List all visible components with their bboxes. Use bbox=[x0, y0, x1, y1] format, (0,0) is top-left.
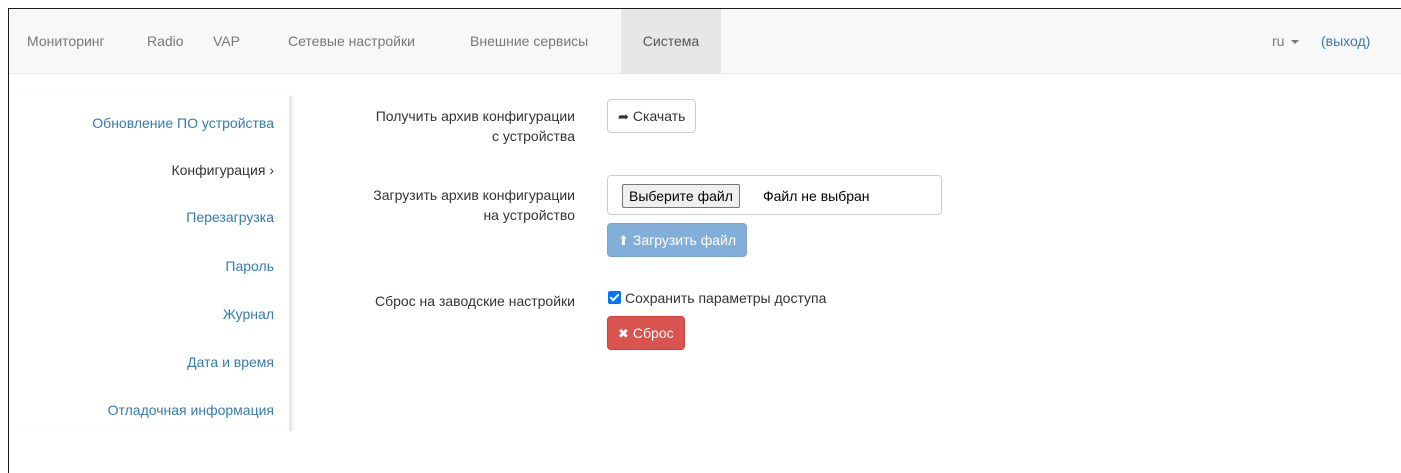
download-config-label-line1: Получить архив конфигурации bbox=[375, 108, 575, 124]
top-navbar: Мониторинг Radio VAP Сетевые настройки В… bbox=[9, 9, 1401, 74]
upload-icon: ⬆ bbox=[618, 233, 629, 248]
keep-access-checkbox[interactable] bbox=[608, 291, 621, 304]
sidebar-item-password[interactable]: Пароль bbox=[225, 256, 274, 276]
sidebar-item-configuration[interactable]: Конфигурация › bbox=[171, 160, 274, 180]
upload-file-button[interactable]: ⬆ Загрузить файл bbox=[607, 223, 748, 257]
remove-icon: ✖ bbox=[618, 326, 629, 341]
upload-config-label-line2: на устройство bbox=[483, 207, 575, 223]
sidebar-item-date-time[interactable]: Дата и время bbox=[187, 352, 274, 372]
nav-system[interactable]: Система bbox=[621, 9, 721, 73]
download-button-label: Скачать bbox=[632, 108, 686, 124]
share-arrow-icon: ➦ bbox=[618, 109, 629, 124]
nav-network-settings[interactable]: Сетевые настройки bbox=[288, 9, 415, 73]
file-input[interactable]: Выберите файл Файл не выбран bbox=[607, 175, 942, 215]
sidebar-item-reboot[interactable]: Перезагрузка bbox=[186, 207, 274, 227]
upload-config-label-line1: Загрузить архив конфигурации bbox=[373, 187, 575, 203]
upload-file-button-label: Загрузить файл bbox=[632, 232, 737, 248]
caret-down-icon bbox=[1291, 40, 1300, 45]
sidebar: Обновление ПО устройства Конфигурация › … bbox=[9, 96, 292, 431]
file-status: Файл не выбран bbox=[763, 188, 870, 204]
sidebar-item-log[interactable]: Журнал bbox=[223, 304, 274, 324]
download-config-label: Получить архив конфигурации с устройства bbox=[275, 106, 575, 146]
upload-config-label: Загрузить архив конфигурации на устройст… bbox=[275, 185, 575, 225]
choose-file-button[interactable]: Выберите файл bbox=[622, 184, 740, 208]
language-label: ru bbox=[1272, 33, 1285, 49]
download-config-label-line2: с устройства bbox=[491, 128, 575, 144]
factory-reset-label: Сброс на заводские настройки bbox=[374, 293, 575, 309]
nav-radio[interactable]: Radio bbox=[147, 9, 184, 73]
language-dropdown[interactable]: ru bbox=[1272, 9, 1300, 73]
sidebar-item-firmware-update[interactable]: Обновление ПО устройства bbox=[92, 113, 274, 133]
nav-vap[interactable]: VAP bbox=[213, 9, 240, 73]
nav-monitoring[interactable]: Мониторинг bbox=[27, 9, 105, 73]
reset-button-label: Сброс bbox=[632, 325, 674, 341]
sidebar-item-debug-info[interactable]: Отладочная информация bbox=[108, 400, 274, 420]
reset-button[interactable]: ✖ Сброс bbox=[607, 316, 685, 350]
logout-link[interactable]: (выход) bbox=[1321, 9, 1370, 73]
download-button[interactable]: ➦ Скачать bbox=[607, 99, 697, 133]
keep-access-label[interactable]: Сохранить параметры доступа bbox=[625, 288, 826, 308]
app-frame: Мониторинг Radio VAP Сетевые настройки В… bbox=[8, 8, 1401, 473]
nav-external-services[interactable]: Внешние сервисы bbox=[470, 9, 588, 73]
